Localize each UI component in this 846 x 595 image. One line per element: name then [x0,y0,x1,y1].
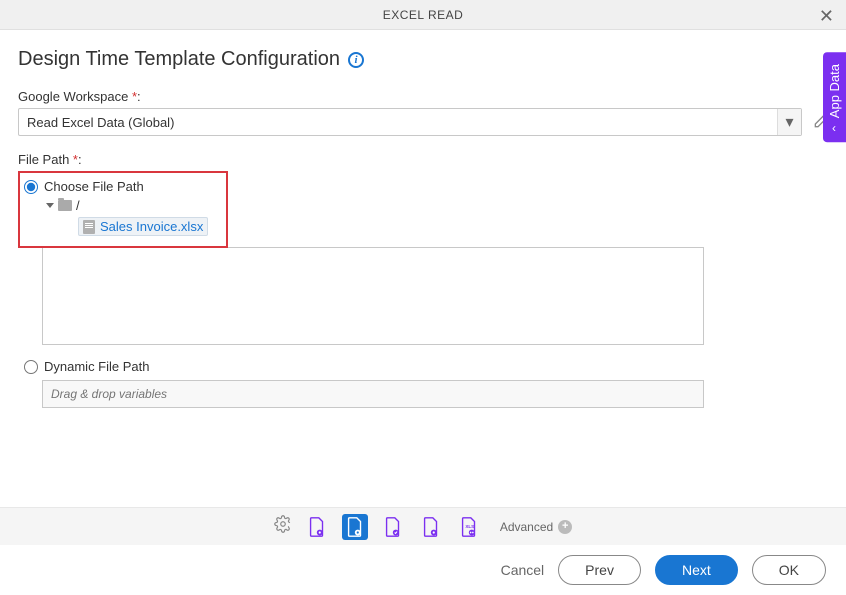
button-bar: Cancel Prev Next OK [0,545,846,595]
chevron-left-icon: ‹ [833,121,837,135]
dynamic-filepath-input[interactable] [42,380,704,408]
footer: XLS Advanced + Cancel Prev Next OK [0,507,846,595]
workspace-select[interactable] [18,108,802,136]
required-mark: * [73,152,78,167]
ok-button[interactable]: OK [752,555,826,585]
file-name: Sales Invoice.xlsx [100,219,203,234]
file-icon [83,220,95,234]
plus-circle-icon: + [558,520,572,534]
tree-root-row[interactable]: / [46,198,218,213]
content-area: Design Time Template Configuration i Goo… [0,30,846,408]
file-tree: / Sales Invoice.xlsx [46,198,218,236]
section-title-row: Design Time Template Configuration i [18,48,828,71]
prev-button[interactable]: Prev [558,555,641,585]
step-icon-1[interactable] [304,514,330,540]
settings-icon[interactable] [274,515,292,538]
side-tab-label: App Data [827,64,842,118]
filepath-label: File Path *: [18,152,828,167]
folder-icon [58,200,72,211]
app-data-side-tab[interactable]: ‹ App Data [823,52,846,142]
dynamic-filepath-radio[interactable] [24,360,38,374]
workspace-label: Google Workspace *: [18,89,828,104]
step-icon-2-active[interactable] [342,514,368,540]
next-button[interactable]: Next [655,555,738,585]
advanced-button[interactable]: Advanced + [500,520,572,534]
advanced-label: Advanced [500,520,553,534]
file-tree-container [42,247,704,345]
filepath-section: File Path *: Choose File Path / Sales In… [18,152,828,408]
step-icon-3[interactable] [380,514,406,540]
step-icon-5[interactable]: XLS [456,514,482,540]
info-icon[interactable]: i [348,52,364,68]
dynamic-filepath-radio-row: Dynamic File Path [24,359,828,374]
dynamic-filepath-label: Dynamic File Path [44,359,149,374]
highlight-box: Choose File Path / Sales Invoice.xlsx [18,171,228,248]
cancel-button[interactable]: Cancel [501,562,545,578]
tree-caret-icon [46,203,54,208]
svg-text:XLS: XLS [465,523,474,528]
choose-filepath-radio[interactable] [24,180,38,194]
icon-bar: XLS Advanced + [0,507,846,545]
choose-filepath-label: Choose File Path [44,179,144,194]
tree-root-label: / [76,198,80,213]
modal-header: EXCEL READ ✕ [0,0,846,30]
close-button[interactable]: ✕ [819,7,834,25]
step-icon-4[interactable] [418,514,444,540]
section-title: Design Time Template Configuration [18,48,340,71]
required-mark: * [132,89,137,104]
modal-title: EXCEL READ [383,8,464,22]
tree-file-row[interactable]: Sales Invoice.xlsx [78,217,208,236]
workspace-select-row: ▾ [18,108,828,136]
choose-filepath-radio-row: Choose File Path [24,179,218,194]
workspace-select-wrap: ▾ [18,108,802,136]
